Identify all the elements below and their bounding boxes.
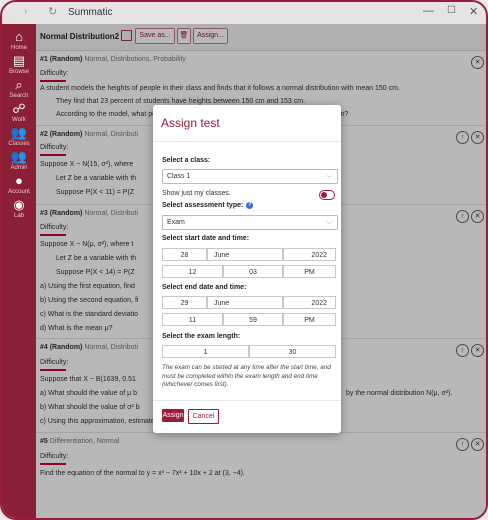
sidebar-item-account[interactable]: ● Account: [2, 174, 36, 196]
assessment-type-value: Exam: [167, 219, 185, 226]
assign-test-dialog: Assign test Select a class: Class 1 ⌵ Sh…: [153, 105, 341, 433]
class-select-value: Class 1: [167, 173, 191, 180]
sidebar-item-label: Classes: [8, 141, 30, 147]
sidebar-item-lab[interactable]: ◉ Lab: [2, 198, 36, 220]
show-my-classes-toggle[interactable]: [319, 190, 335, 200]
sidebar-item-label: Work: [12, 117, 26, 123]
start-ampm-field[interactable]: PM: [283, 265, 336, 278]
end-ampm-field[interactable]: PM: [283, 313, 336, 326]
close-window-icon[interactable]: ✕: [469, 5, 478, 18]
dialog-title: Assign test: [161, 116, 220, 130]
refresh-icon[interactable]: ↻: [48, 5, 57, 18]
sidebar-item-label: Account: [8, 189, 30, 195]
sidebar-item-label: Home: [10, 45, 27, 51]
start-day-field[interactable]: 28: [162, 248, 207, 261]
work-icon: ☍: [12, 101, 26, 116]
account-icon: ●: [15, 173, 23, 188]
assign-submit-button[interactable]: Assign: [162, 409, 184, 422]
minimize-icon[interactable]: —: [423, 5, 434, 17]
sidebar-item-label: Admin: [10, 165, 28, 171]
window-title: Summatic: [68, 7, 113, 18]
length-hours-field[interactable]: 1: [162, 345, 249, 358]
end-date-label: Select end date and time:: [162, 284, 247, 291]
chevron-down-icon: ⌵: [326, 173, 332, 180]
assessment-type-select[interactable]: Exam ⌵: [162, 215, 338, 230]
start-month-field[interactable]: June: [207, 248, 283, 261]
class-select[interactable]: Class 1 ⌵: [162, 169, 338, 184]
end-month-field[interactable]: June: [207, 296, 283, 309]
class-label: Select a class:: [162, 157, 211, 164]
browse-icon: ▤: [12, 53, 26, 68]
start-minute-field[interactable]: 03: [223, 265, 283, 278]
assessment-type-label: Select assessment type:?: [162, 202, 254, 209]
sidebar-item-search[interactable]: ⌕ Search: [2, 78, 36, 100]
end-year-field[interactable]: 2022: [283, 296, 336, 309]
length-minutes-field[interactable]: 30: [249, 345, 336, 358]
sidebar-item-work[interactable]: ☍ Work: [2, 102, 36, 124]
exam-length-note: The exam can be started at any time afte…: [162, 364, 331, 388]
home-icon: ⌂: [15, 29, 23, 44]
start-hour-field[interactable]: 12: [162, 265, 223, 278]
sidebar-item-browse[interactable]: ▤ Browse: [2, 54, 36, 76]
end-minute-field[interactable]: 59: [223, 313, 283, 326]
chevron-down-icon: ⌵: [326, 219, 332, 226]
sidebar-item-admin[interactable]: 👥 Admin: [2, 150, 36, 172]
sidebar-item-classes[interactable]: 👥 Classes: [2, 126, 36, 148]
sidebar-item-label: Browse: [8, 69, 29, 75]
forward-icon[interactable]: ›: [24, 6, 27, 17]
end-day-field[interactable]: 29: [162, 296, 207, 309]
lab-icon: ◉: [13, 197, 25, 212]
cancel-button[interactable]: Cancel: [188, 409, 219, 424]
help-icon[interactable]: ?: [246, 202, 254, 209]
title-bar: › ↻ Summatic — ☐ ✕: [2, 2, 486, 25]
divider: [153, 141, 341, 142]
sidebar-item-home[interactable]: ⌂ Home: [2, 30, 36, 52]
show-my-classes-label: Show just my classes.: [162, 190, 231, 197]
divider: [153, 400, 341, 401]
sidebar: ⌂ Home ▤ Browse ⌕ Search ☍ Work 👥 Classe…: [2, 24, 36, 518]
app-window: › ↻ Summatic — ☐ ✕ ⌂ Home ▤ Browse ⌕ Sea…: [0, 0, 488, 520]
assessment-type-text: Select assessment type:: [162, 202, 244, 209]
exam-length-label: Select the exam length:: [162, 333, 241, 340]
sidebar-item-label: Search: [9, 93, 29, 99]
toggle-knob: [321, 192, 327, 198]
start-year-field[interactable]: 2022: [283, 248, 336, 261]
classes-icon: 👥: [10, 125, 28, 140]
sidebar-item-label: Lab: [13, 213, 24, 219]
end-hour-field[interactable]: 11: [162, 313, 223, 326]
maximize-icon[interactable]: ☐: [447, 5, 456, 16]
search-icon: ⌕: [15, 77, 23, 92]
admin-icon: 👥: [10, 149, 28, 164]
start-date-label: Select start date and time:: [162, 235, 250, 242]
